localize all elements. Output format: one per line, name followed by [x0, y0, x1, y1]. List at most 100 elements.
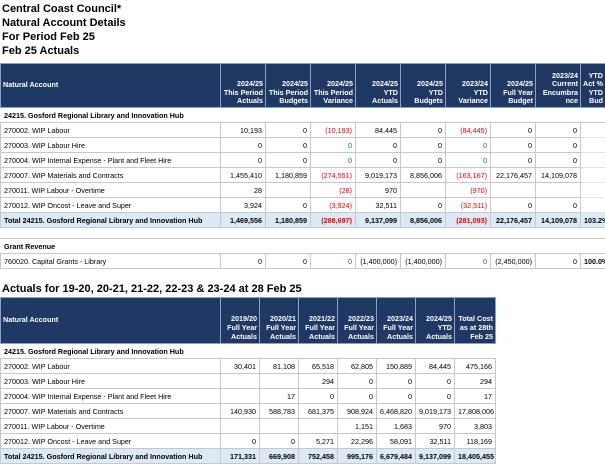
value-cell: 0 — [491, 198, 536, 213]
value-cell: 294 — [455, 374, 496, 389]
value-cell: 0 — [491, 138, 536, 153]
value-cell: (1,400,000) — [401, 254, 446, 269]
value-cell: 0 — [221, 434, 260, 449]
value-cell: 0 — [401, 153, 446, 168]
value-cell: 970 — [416, 419, 455, 434]
section-header: 24215. Gosford Regional Library and Inno… — [1, 108, 605, 123]
value-cell: 0 — [338, 374, 377, 389]
value-cell: 669,908 — [260, 449, 299, 464]
value-cell: 0 — [260, 434, 299, 449]
value-cell: 0 — [356, 138, 401, 153]
value-cell: 0 — [221, 138, 266, 153]
value-cell: 8,856,006 — [401, 168, 446, 183]
section2-title: Actuals for 19-20, 20-21, 21-22, 22-23 &… — [2, 282, 302, 296]
column-header: 2022/23 Full Year Actuals — [338, 298, 377, 344]
account-name: 270012. WIP Oncost - Leave and Super — [1, 198, 221, 213]
value-cell: 1,469,556 — [221, 213, 266, 228]
value-cell: 0 — [536, 198, 581, 213]
value-cell: 294 — [299, 374, 338, 389]
natural-account-table: Natural Account2024/25 This Period Actua… — [0, 63, 605, 269]
column-header: Natural Account — [1, 64, 221, 108]
value-cell: 140,930 — [221, 404, 260, 419]
table-row: 270007. WIP Materials and Contracts140,9… — [1, 404, 496, 419]
report-period: For Period Feb 25 — [2, 30, 95, 44]
value-cell: (2,450,000) — [491, 254, 536, 269]
value-cell: 81,108 — [260, 359, 299, 374]
column-header: 2024/25 Full Year Budget — [491, 64, 536, 108]
value-cell: 0 — [536, 138, 581, 153]
value-cell: 1,683 — [377, 419, 416, 434]
column-header: YTD Act % YTD Bud — [581, 64, 605, 108]
value-cell: 0 — [416, 374, 455, 389]
value-cell: 0 — [416, 389, 455, 404]
value-cell: 0 — [401, 123, 446, 138]
value-cell: 10,193 — [221, 123, 266, 138]
column-header: Natural Account — [1, 298, 221, 344]
value-cell — [260, 374, 299, 389]
value-cell: 681,375 — [299, 404, 338, 419]
column-header: 2023/24 Full Year Actuals — [377, 298, 416, 344]
section-title: 24215. Gosford Regional Library and Inno… — [1, 108, 605, 123]
column-header: Total Cost as at 28th Feb 25 — [455, 298, 496, 344]
value-cell — [581, 138, 605, 153]
column-header: 2023/24 Current Encumbra nce — [536, 64, 581, 108]
value-cell: 0 — [377, 389, 416, 404]
value-cell: 103.2% — [581, 213, 605, 228]
value-cell: 588,783 — [260, 404, 299, 419]
value-cell: 32,511 — [356, 198, 401, 213]
value-cell — [581, 123, 605, 138]
value-cell: 6,679,484 — [377, 449, 416, 464]
value-cell: (10,193) — [311, 123, 356, 138]
value-cell: 0 — [536, 123, 581, 138]
historical-actuals-table: Natural Account2019/20 Full Year Actuals… — [0, 297, 496, 464]
value-cell: 17 — [455, 389, 496, 404]
account-name: 270007. WIP Materials and Contracts — [1, 404, 221, 419]
column-header: 2019/20 Full Year Actuals — [221, 298, 260, 344]
value-cell — [491, 183, 536, 198]
value-cell — [536, 183, 581, 198]
value-cell: 1,455,410 — [221, 168, 266, 183]
value-cell — [221, 419, 260, 434]
value-cell: 0 — [311, 254, 356, 269]
value-cell: 3,803 — [455, 419, 496, 434]
value-cell: 6,468,820 — [377, 404, 416, 419]
account-name: 270012. WIP Oncost - Leave and Super — [1, 434, 221, 449]
table-row: 270002. WIP Labour10,1930(10,193)84,4450… — [1, 123, 605, 138]
value-cell: 8,856,006 — [401, 213, 446, 228]
account-name: Total 24215. Gosford Regional Library an… — [1, 449, 221, 464]
table-row: 270002. WIP Labour30,40181,10865,51862,8… — [1, 359, 496, 374]
value-cell: 0 — [356, 153, 401, 168]
total-row: Total 24215. Gosford Regional Library an… — [1, 449, 496, 464]
value-cell: 100.0% — [581, 254, 605, 269]
report-org-title: Central Coast Council* — [2, 2, 121, 16]
value-cell: 32,511 — [416, 434, 455, 449]
value-cell: 9,019,173 — [356, 168, 401, 183]
value-cell: 22,176,457 — [491, 168, 536, 183]
column-header: 2024/25 YTD Actuals — [356, 64, 401, 108]
value-cell: 14,109,078 — [536, 168, 581, 183]
section-title: 24215. Gosford Regional Library and Inno… — [1, 344, 496, 359]
value-cell: 17 — [260, 389, 299, 404]
value-cell: 0 — [338, 389, 377, 404]
value-cell — [221, 389, 260, 404]
value-cell: 5,271 — [299, 434, 338, 449]
account-name: 760020. Capital Grants - Library — [1, 254, 221, 269]
value-cell: 62,805 — [338, 359, 377, 374]
value-cell: (281,093) — [446, 213, 491, 228]
value-cell: 0 — [311, 138, 356, 153]
value-cell: 0 — [401, 138, 446, 153]
value-cell: 58,091 — [377, 434, 416, 449]
value-cell — [581, 183, 605, 198]
value-cell: 150,889 — [377, 359, 416, 374]
value-cell — [581, 153, 605, 168]
spacer — [1, 228, 605, 239]
value-cell: 0 — [221, 153, 266, 168]
value-cell: 0 — [446, 254, 491, 269]
grant-row: 760020. Capital Grants - Library000(1,40… — [1, 254, 605, 269]
value-cell: 0 — [266, 198, 311, 213]
spacer-row — [1, 228, 605, 239]
value-cell: 0 — [401, 198, 446, 213]
value-cell: 9,137,099 — [356, 213, 401, 228]
value-cell: 0 — [491, 153, 536, 168]
table-row: 270011. WIP Labour - Overtime28(28)970(9… — [1, 183, 605, 198]
